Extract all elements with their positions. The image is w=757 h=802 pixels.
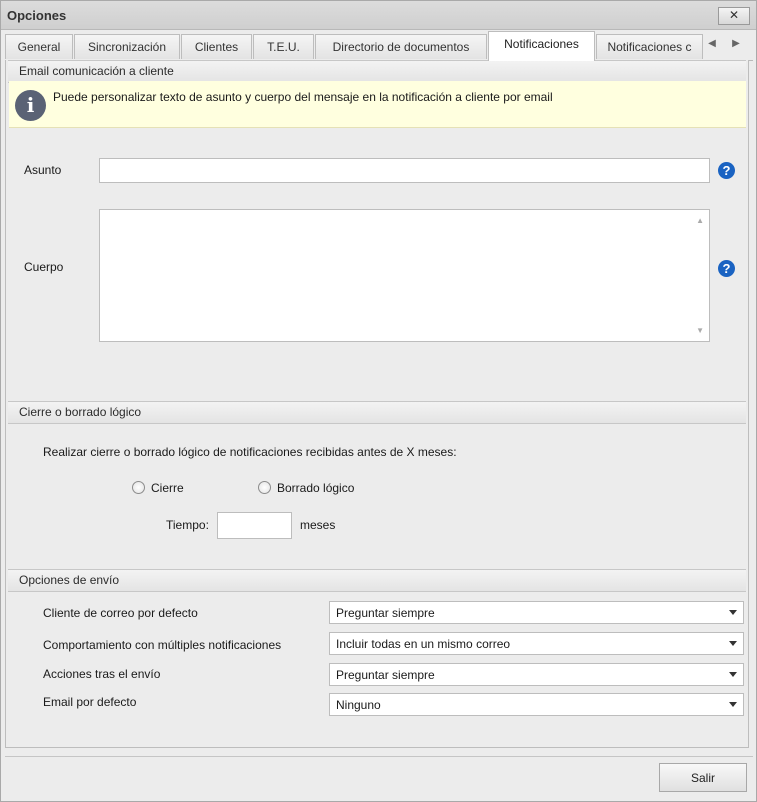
comportamiento-value: Incluir todas en un mismo correo [336, 637, 511, 651]
salir-button[interactable]: Salir [659, 763, 747, 792]
cierre-description: Realizar cierre o borrado lógico de noti… [43, 445, 457, 459]
info-icon: i [15, 90, 46, 121]
footer-bar: Salir [5, 756, 753, 801]
scroll-down-icon[interactable]: ▼ [696, 326, 704, 335]
borrado-logico-radio[interactable] [258, 481, 271, 494]
tab-teu[interactable]: T.E.U. [253, 34, 314, 59]
cuerpo-help-icon[interactable]: ? [718, 260, 735, 277]
cuerpo-label: Cuerpo [24, 260, 64, 274]
cliente-correo-value: Preguntar siempre [336, 606, 435, 620]
cuerpo-textarea[interactable]: ▲ ▼ [99, 209, 710, 342]
info-banner: i Puede personalizar texto de asunto y c… [9, 81, 746, 128]
comportamiento-select[interactable]: Incluir todas en un mismo correo [329, 632, 744, 655]
tab-clientes[interactable]: Clientes [181, 34, 252, 59]
tiempo-input[interactable] [217, 512, 292, 539]
envio-section-header: Opciones de envío [8, 569, 746, 592]
chevron-down-icon[interactable] [729, 672, 737, 677]
info-text: Puede personalizar texto de asunto y cue… [53, 90, 553, 104]
tab-notificaciones-c[interactable]: Notificaciones c [596, 34, 703, 59]
close-icon[interactable]: ✕ [729, 8, 739, 22]
chevron-down-icon[interactable] [729, 702, 737, 707]
title-bar: Opciones ✕ [1, 1, 756, 30]
tab-scroll-right-icon[interactable]: ▶ [729, 36, 743, 52]
email-defecto-label: Email por defecto [43, 695, 137, 709]
cierre-radio-label[interactable]: Cierre [151, 481, 184, 495]
cierre-radio[interactable] [132, 481, 145, 494]
email-defecto-select[interactable]: Ninguno [329, 693, 744, 716]
acciones-envio-value: Preguntar siempre [336, 668, 435, 682]
tab-sincronizacion[interactable]: Sincronización [74, 34, 180, 59]
email-defecto-value: Ninguno [336, 698, 381, 712]
comportamiento-label: Comportamiento con múltiples notificacio… [43, 638, 282, 652]
asunto-label: Asunto [24, 163, 62, 177]
acciones-envio-select[interactable]: Preguntar siempre [329, 663, 744, 686]
acciones-envio-label: Acciones tras el envío [43, 667, 161, 681]
tab-directorio-documentos[interactable]: Directorio de documentos [315, 34, 487, 59]
tab-scroll-left-icon[interactable]: ◀ [705, 36, 719, 52]
tiempo-label: Tiempo: [166, 518, 209, 532]
tab-notificaciones[interactable]: Notificaciones [488, 31, 595, 61]
email-section-header: Email comunicación a cliente [8, 60, 746, 83]
scroll-up-icon[interactable]: ▲ [696, 216, 704, 225]
cliente-correo-select[interactable]: Preguntar siempre [329, 601, 744, 624]
email-section-title: Email comunicación a cliente [19, 64, 174, 78]
options-window: Opciones ✕ General Sincronización Client… [0, 0, 757, 802]
tab-general[interactable]: General [5, 34, 73, 59]
chevron-down-icon[interactable] [729, 641, 737, 646]
asunto-help-icon[interactable]: ? [718, 162, 735, 179]
cierre-section-header: Cierre o borrado lógico [8, 401, 746, 424]
chevron-down-icon[interactable] [729, 610, 737, 615]
notificaciones-panel: Email comunicación a cliente i Puede per… [5, 60, 749, 748]
meses-label: meses [300, 518, 336, 532]
cierre-section-title: Cierre o borrado lógico [19, 405, 142, 419]
asunto-input[interactable] [99, 158, 710, 183]
cliente-correo-label: Cliente de correo por defecto [43, 606, 198, 620]
borrado-logico-radio-label[interactable]: Borrado lógico [277, 481, 354, 495]
envio-section-title: Opciones de envío [19, 573, 120, 587]
tab-strip: General Sincronización Clientes T.E.U. D… [5, 31, 753, 61]
close-button[interactable]: ✕ [718, 7, 750, 25]
window-title: Opciones [7, 8, 67, 23]
